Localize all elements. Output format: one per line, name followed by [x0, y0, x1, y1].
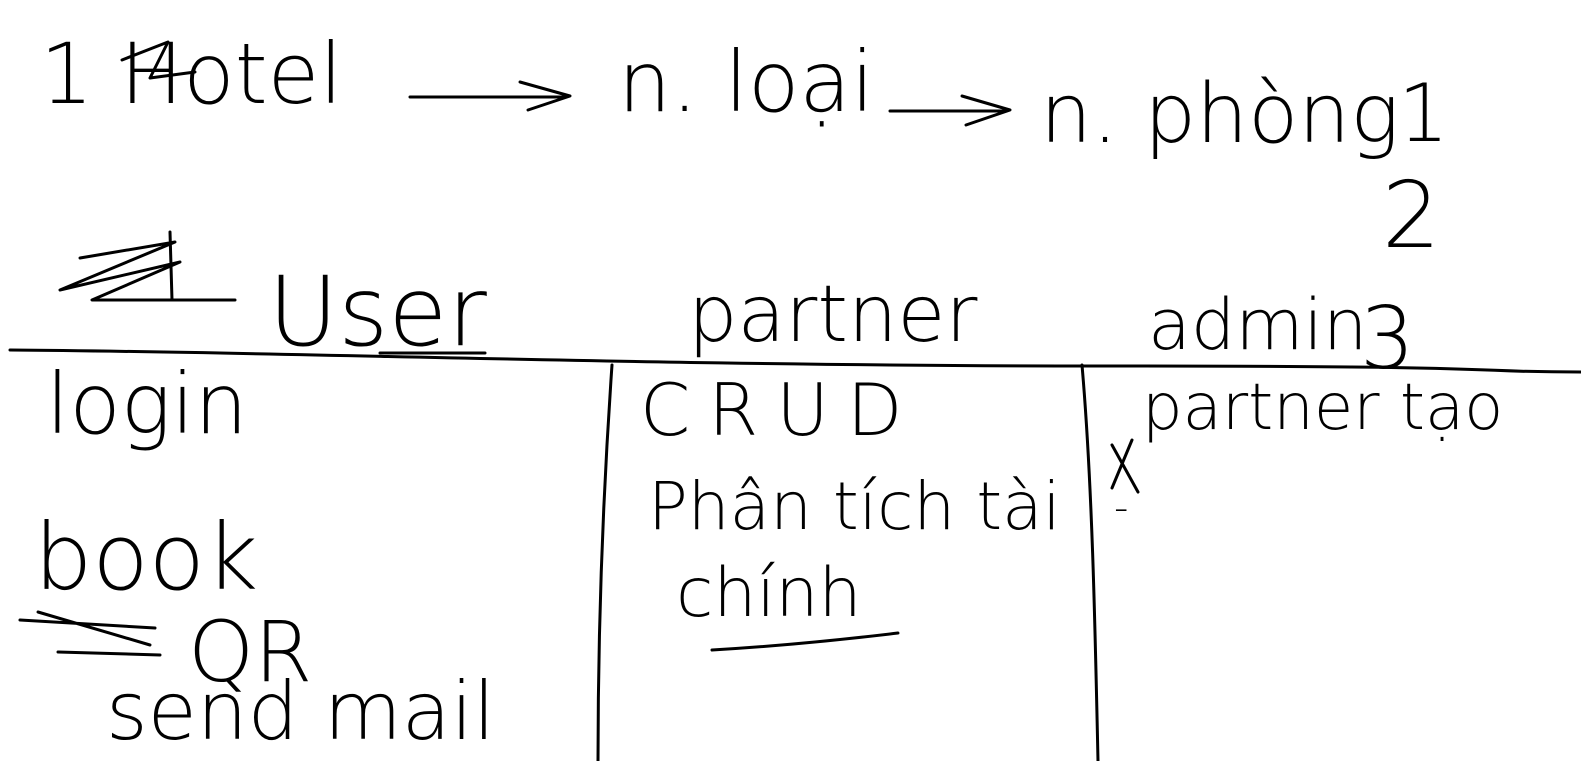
chinh-underline: [710, 631, 900, 652]
crossed-out-word-scribble: [58, 230, 237, 302]
admin-item-x: x: [1108, 432, 1132, 472]
column-title-admin: admin: [1148, 284, 1368, 366]
role-number-1: 1: [1398, 67, 1449, 160]
role-number-3: 3: [1360, 289, 1415, 389]
partner-item-crud: CRUD: [640, 368, 921, 452]
arrow-hotel-to-loai: [408, 80, 572, 112]
label-hotel: 1 Hotel: [40, 25, 343, 123]
admin-item-dash: -: [1114, 485, 1129, 531]
user-item-send-mail: send mail: [106, 665, 496, 758]
column-divider-2: [1080, 363, 1100, 761]
column-title-user: User: [268, 256, 487, 368]
partner-item-phan-tich-tai: Phân tích tài: [648, 468, 1061, 545]
user-item-login: login: [46, 355, 248, 453]
label-phong: n. phòng: [1040, 67, 1400, 162]
crossed-out-qr-prefix: [18, 610, 162, 657]
arrow-loai-to-phong: [888, 94, 1012, 127]
column-title-partner: partner: [688, 270, 978, 360]
admin-item-partner-tao: partner tạo: [1142, 371, 1504, 445]
label-loai: n. loại: [618, 33, 875, 131]
user-item-book: book: [34, 504, 259, 611]
column-divider-1: [596, 363, 614, 761]
role-number-2: 2: [1382, 162, 1441, 269]
partner-item-chinh: chính: [676, 554, 862, 633]
whiteboard-canvas: 1 Hotel n. loại n. phòng 1 2 User partne…: [0, 0, 1581, 761]
